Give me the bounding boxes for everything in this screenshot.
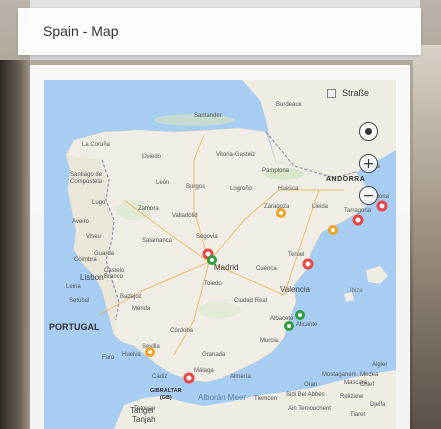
svg-text:Tlemcen: Tlemcen [254, 396, 277, 402]
svg-text:Lisbon: Lisbon [80, 273, 104, 282]
svg-text:Oviedo: Oviedo [142, 154, 162, 160]
svg-text:Tiaret: Tiaret [350, 412, 365, 418]
svg-text:Ain Temouchent: Ain Temouchent [288, 406, 331, 412]
svg-text:Málaga: Málaga [194, 368, 214, 374]
svg-text:Guarda: Guarda [94, 251, 115, 257]
svg-text:Lugo: Lugo [92, 200, 106, 206]
svg-text:Coimbra: Coimbra [74, 257, 97, 263]
svg-text:La Coruña: La Coruña [82, 142, 111, 148]
svg-text:Valencia: Valencia [280, 285, 311, 294]
svg-text:Faro: Faro [102, 355, 115, 361]
svg-text:Tarragona: Tarragona [344, 208, 372, 214]
svg-text:Tanjah: Tanjah [132, 415, 156, 424]
svg-text:Lleida: Lleida [312, 204, 329, 210]
svg-text:Relizane: Relizane [340, 394, 364, 400]
svg-text:Madrid: Madrid [214, 263, 238, 272]
svg-text:Huelva: Huelva [122, 352, 141, 358]
svg-text:Oran: Oran [304, 382, 317, 388]
country-label-portugal: PORTUGAL [49, 322, 100, 332]
svg-text:Cuenca: Cuenca [256, 266, 277, 272]
locate-button[interactable] [359, 122, 378, 141]
marker-red [302, 258, 314, 270]
svg-text:Djelfa: Djelfa [370, 402, 386, 408]
svg-text:Granada: Granada [202, 352, 226, 358]
svg-text:León: León [156, 180, 169, 186]
svg-text:Badajoz: Badajoz [120, 294, 142, 300]
svg-text:Toledo: Toledo [204, 281, 222, 287]
svg-text:Murcia: Murcia [260, 338, 279, 344]
svg-text:Alborán Meer: Alborán Meer [198, 393, 246, 402]
svg-text:Tanger: Tanger [130, 406, 155, 415]
map-type-checkbox[interactable] [327, 88, 336, 98]
zoom-in-button[interactable]: + [359, 154, 378, 173]
svg-text:Segovia: Segovia [196, 234, 218, 240]
map-graphic: Bordeaux Santander La Coruña Oviedo Vito… [65, 80, 396, 429]
svg-text:Córdoba: Córdoba [170, 328, 194, 334]
svg-text:Branco: Branco [104, 274, 124, 280]
country-label-andorra: ANDORRA [326, 176, 366, 183]
marker-orange [276, 208, 286, 218]
svg-text:Pamplona: Pamplona [262, 168, 290, 174]
svg-text:Zaragoza: Zaragoza [264, 204, 290, 210]
svg-text:Mérida: Mérida [132, 306, 151, 312]
svg-text:Sidi Bel Abbès: Sidi Bel Abbès [286, 392, 325, 398]
svg-text:Zamora: Zamora [138, 206, 159, 212]
place-label-gibraltar: GIBRALTAR (GB) [150, 388, 182, 401]
svg-text:Mostaganem: Mostaganem [322, 372, 357, 378]
marker-orange [328, 225, 338, 235]
svg-text:Huesca: Huesca [278, 186, 299, 192]
svg-text:Salamanca: Salamanca [142, 238, 173, 244]
svg-text:Vitoria-Gasteiz: Vitoria-Gasteiz [216, 152, 255, 158]
map-canvas[interactable]: Bordeaux Santander La Coruña Oviedo Vito… [44, 80, 396, 429]
target-icon [365, 128, 372, 135]
svg-text:Leiria: Leiria [66, 284, 81, 290]
svg-text:Santiago de: Santiago de [70, 172, 103, 178]
marker-red [352, 214, 364, 226]
svg-text:Ibiza: Ibiza [350, 288, 363, 294]
svg-text:Viseu: Viseu [86, 234, 101, 240]
background-building [413, 45, 441, 429]
svg-text:Algier: Algier [372, 362, 387, 368]
svg-text:Medea: Medea [360, 372, 379, 378]
svg-text:Cádiz: Cádiz [152, 374, 167, 380]
svg-text:Aveiro: Aveiro [72, 219, 90, 225]
svg-text:Burgos: Burgos [186, 184, 205, 190]
map-type-label: Straße [342, 88, 370, 98]
page-title: Spain - Map [43, 23, 119, 39]
svg-text:Bordeaux: Bordeaux [276, 102, 302, 108]
title-card: Spain - Map [18, 8, 421, 55]
svg-text:Setúbal: Setúbal [69, 298, 89, 304]
svg-text:Teruel: Teruel [288, 252, 304, 258]
svg-text:Almería: Almería [230, 374, 251, 380]
marker-red [376, 200, 388, 212]
svg-text:Valladolid: Valladolid [172, 213, 198, 219]
svg-text:Albacete: Albacete [270, 316, 294, 322]
svg-text:Compostela: Compostela [70, 179, 103, 185]
zoom-out-button[interactable]: − [359, 186, 378, 205]
marker-orange [145, 347, 155, 357]
island-mallorca [366, 266, 388, 284]
marker-green [284, 321, 294, 331]
marker-red [183, 372, 195, 384]
marker-green [295, 310, 305, 320]
svg-text:Logroño: Logroño [230, 186, 253, 192]
svg-text:Santander: Santander [194, 113, 222, 119]
svg-text:Alicante: Alicante [296, 322, 318, 328]
background-rock [0, 60, 30, 429]
map-type-toggle[interactable]: Straße [327, 88, 369, 98]
marker-green [207, 255, 217, 265]
svg-text:Chlef: Chlef [360, 382, 374, 388]
svg-text:Ciudad Real: Ciudad Real [234, 298, 267, 304]
